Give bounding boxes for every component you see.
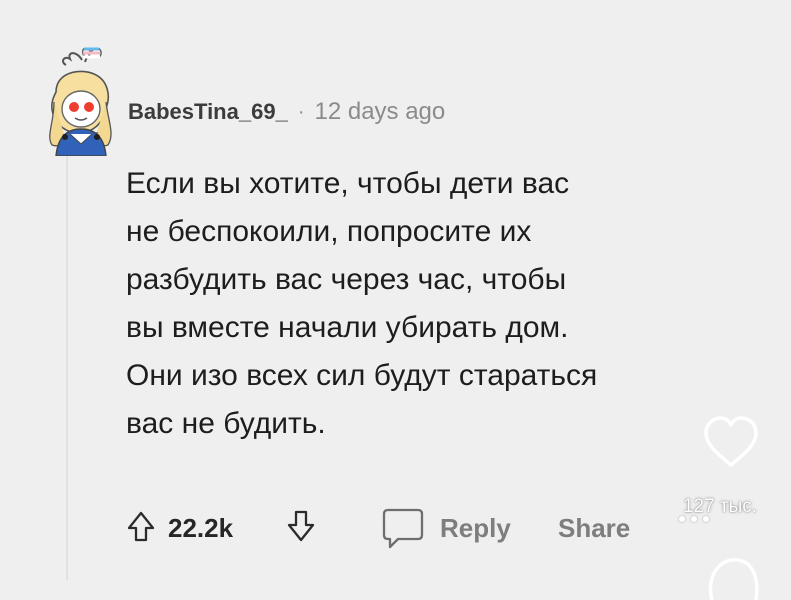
meta-separator: ·	[297, 100, 305, 123]
reply-button[interactable]: Reply	[380, 500, 511, 556]
comment-line: Если вы хотите, чтобы дети вас	[126, 167, 570, 200]
comment-line: вы вместе начали убирать дом.	[126, 311, 569, 344]
comment-line: не беспокоили, попросите их	[126, 215, 532, 248]
upvote-arrow-icon[interactable]	[126, 510, 156, 544]
thread-line	[66, 150, 68, 580]
more-dots-icon[interactable]	[672, 512, 716, 526]
comment-line: Они изо всех сил будут стараться	[126, 359, 598, 392]
reddit-comment-card: BabesTina_69_ · 12 days ago Если вы хоти…	[0, 0, 791, 600]
comment-meta: BabesTina_69_ · 12 days ago	[128, 98, 445, 126]
comment-line: разбудить вас через час, чтобы	[126, 263, 567, 296]
comment-timestamp: 12 days ago	[314, 98, 446, 125]
avatar-icon[interactable]	[36, 44, 122, 156]
comment-bubble-icon[interactable]	[698, 548, 764, 600]
vote-score: 22.2k	[168, 513, 234, 543]
comment-action-bar: 22.2k Reply Share	[126, 500, 686, 556]
comment-line: вас не будить.	[126, 407, 326, 440]
username-link[interactable]: BabesTina_69_	[128, 99, 288, 125]
heart-icon[interactable]	[700, 412, 762, 474]
reply-label: Reply	[440, 512, 511, 543]
share-button[interactable]: Share	[558, 513, 630, 544]
speech-bubble-icon	[382, 508, 424, 549]
comment-body: Если вы хотите, чтобы дети вас не беспок…	[126, 160, 726, 448]
downvote-arrow-icon[interactable]	[286, 508, 316, 544]
